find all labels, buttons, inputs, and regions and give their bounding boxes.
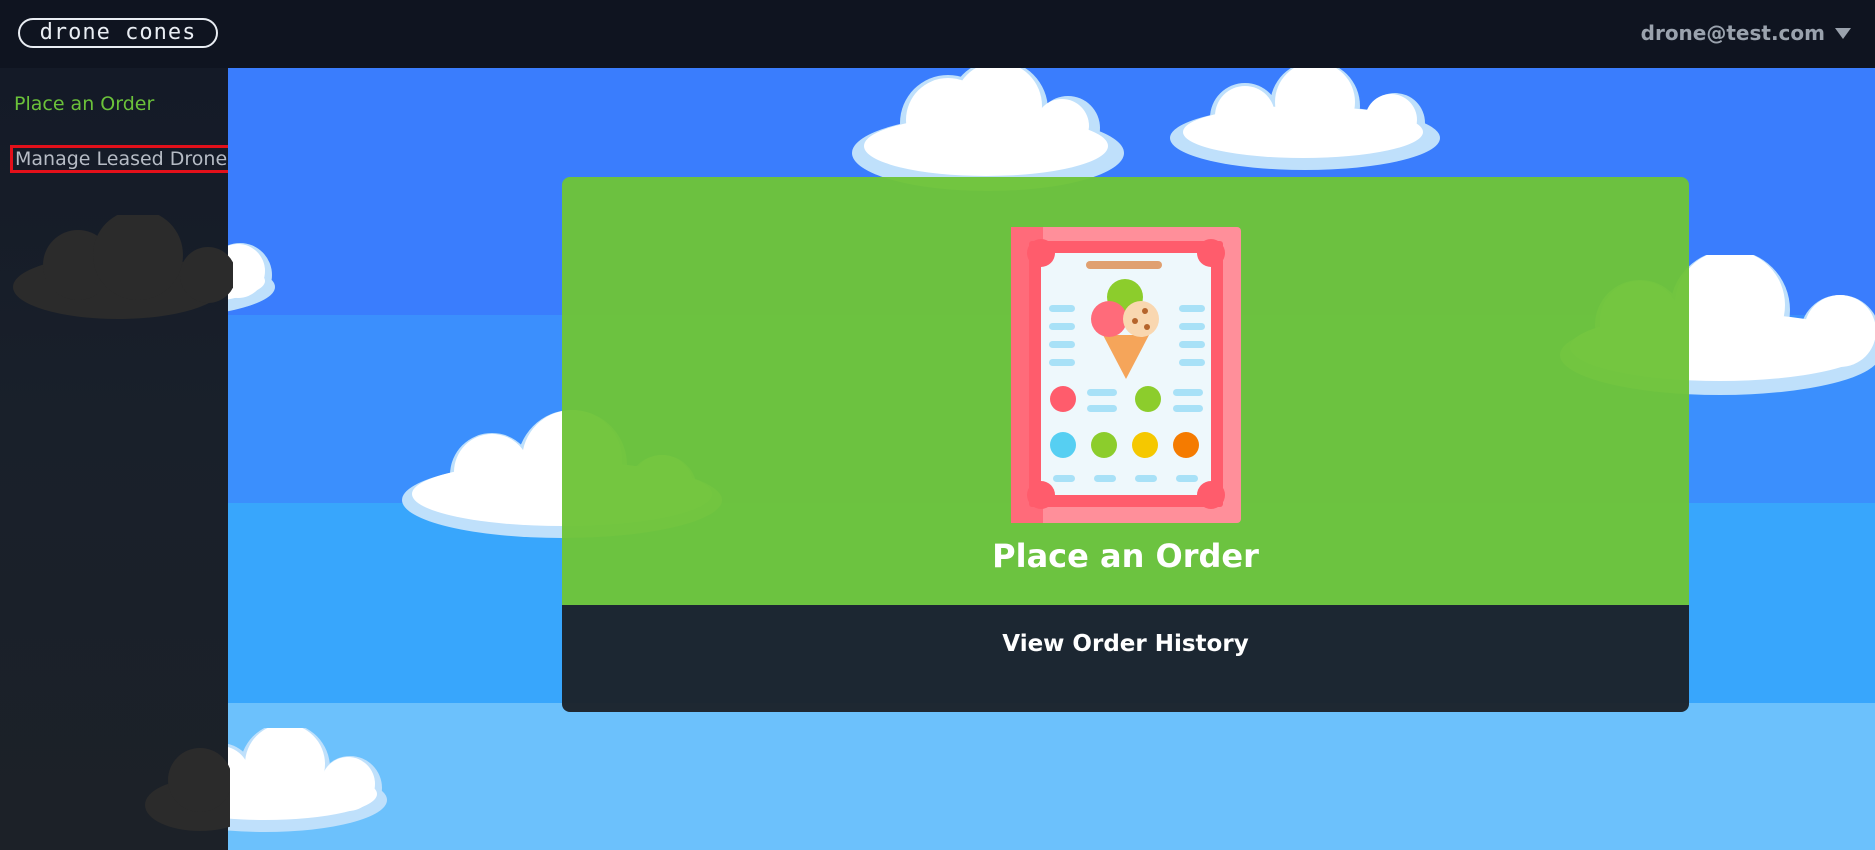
cloud-icon [13,215,233,319]
sidebar: Place an Order Manage Leased Drone [0,68,228,850]
place-order-title: Place an Order [992,537,1259,575]
sidebar-item-place-order[interactable]: Place an Order [10,92,158,116]
ice-cream-menu-icon [1011,227,1241,523]
sidebar-item-manage-leased-drone[interactable]: Manage Leased Drone [10,145,228,173]
user-email: drone@test.com [1640,21,1825,45]
place-order-card[interactable]: Place an Order [562,177,1689,605]
chevron-down-icon [1835,27,1851,39]
app-root: drone cones drone@test.com Place an Orde… [0,0,1875,850]
user-menu[interactable]: drone@test.com [1641,18,1851,48]
drone-cones-logo[interactable]: drone cones [18,18,218,48]
view-order-history-button[interactable]: View Order History [562,605,1689,712]
cloud-icon [145,748,230,831]
top-bar: drone cones drone@test.com [0,0,1875,68]
cloud-icon [1170,68,1440,170]
cloud-icon [852,68,1124,191]
